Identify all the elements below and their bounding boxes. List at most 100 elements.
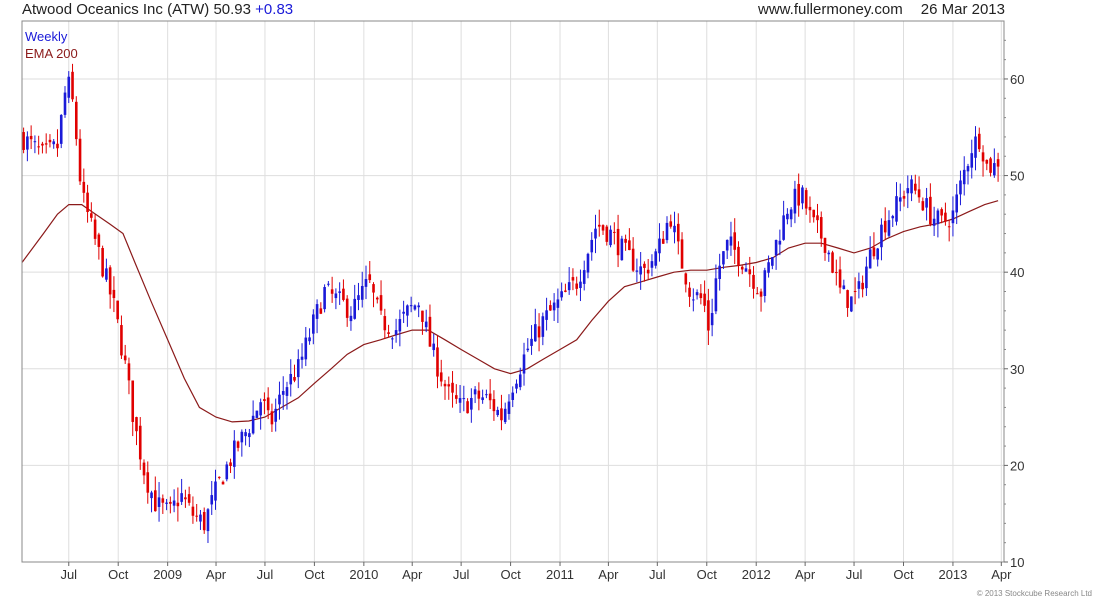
y-tick-label: 50 <box>1010 169 1024 184</box>
candle-body <box>379 295 383 311</box>
candle-body <box>116 300 119 320</box>
candle-body <box>327 283 330 285</box>
candle-body <box>718 265 721 280</box>
candle-body <box>74 101 78 140</box>
candle-body <box>37 146 40 148</box>
candle-body <box>804 190 808 209</box>
candle-body <box>439 372 443 382</box>
candle-body <box>597 224 601 227</box>
candle-body <box>52 141 56 145</box>
candle-body <box>846 290 849 308</box>
candle-body <box>481 397 484 401</box>
candle-body <box>932 218 936 226</box>
candle-body <box>251 415 255 434</box>
y-tick-label: 20 <box>1010 458 1024 473</box>
x-tick-label: 2011 <box>546 567 574 582</box>
candle-body <box>755 293 759 295</box>
candle-body <box>609 229 612 246</box>
candle-body <box>236 441 240 448</box>
candle-body <box>993 163 996 176</box>
candle-body <box>977 133 981 150</box>
candle-body <box>409 305 413 307</box>
candle-body <box>334 293 338 299</box>
candle-body <box>172 500 176 506</box>
candle-body <box>304 337 308 360</box>
candle-body <box>865 266 868 289</box>
candle-body <box>556 299 560 308</box>
candle-body <box>680 239 684 269</box>
y-tick-label: 60 <box>1010 72 1024 87</box>
x-tick-label: Oct <box>893 567 914 582</box>
x-tick-label: 2010 <box>349 567 378 582</box>
candle-body <box>169 501 172 504</box>
candle-body <box>59 114 63 144</box>
candle-body <box>199 514 202 522</box>
candle-body <box>477 390 481 399</box>
candle-body <box>93 219 97 239</box>
candle-body <box>383 316 387 331</box>
candle-body <box>658 238 661 254</box>
candle-body <box>244 432 247 437</box>
candle-body <box>872 247 876 257</box>
candle-body <box>86 192 89 213</box>
candle-body <box>308 337 311 342</box>
candle-body <box>330 289 334 294</box>
candle-body <box>63 92 67 115</box>
candle-body <box>138 425 142 460</box>
candle-body <box>233 440 236 467</box>
candle-body <box>202 512 206 531</box>
candle-body <box>357 295 360 300</box>
candle-body <box>44 143 48 145</box>
candle-body <box>281 391 285 395</box>
candle-body <box>142 462 146 476</box>
candle-body <box>153 490 157 512</box>
candle-body <box>797 183 800 206</box>
candle-body <box>345 298 349 318</box>
candle-body <box>883 220 887 233</box>
candle-body <box>428 316 432 347</box>
candle-body <box>217 476 221 478</box>
candle-body <box>876 248 879 260</box>
candle-body <box>902 196 906 199</box>
candle-body <box>767 262 770 273</box>
candle-body <box>436 347 439 377</box>
grid <box>22 21 1004 563</box>
candle-body <box>78 138 82 182</box>
candle-body <box>33 141 37 143</box>
candle-body <box>695 292 699 296</box>
candle-body <box>270 411 274 425</box>
candle-body <box>748 269 752 275</box>
candle-body <box>744 268 748 272</box>
candle-body <box>789 209 793 220</box>
candle-body <box>759 291 763 297</box>
candle-body <box>534 324 537 342</box>
candle-body <box>135 417 138 432</box>
candle-body <box>274 408 277 422</box>
candle-body <box>368 274 372 281</box>
candle-body <box>710 313 714 326</box>
candle-body <box>537 326 541 338</box>
candle-body <box>974 136 977 158</box>
candle-body <box>67 76 71 98</box>
candle-body <box>41 143 44 146</box>
candle-body <box>827 252 831 255</box>
candle-body <box>500 408 503 421</box>
candle-body <box>146 472 150 493</box>
candle-body <box>951 210 955 224</box>
candle-body <box>688 287 691 297</box>
candle-body <box>564 290 567 292</box>
candle-body <box>714 278 718 312</box>
candle-body <box>707 300 710 331</box>
candle-body <box>654 251 658 266</box>
candle-body <box>255 410 259 418</box>
candle-body <box>947 226 951 228</box>
candle-body <box>624 238 627 243</box>
candle-body <box>458 398 462 403</box>
candle-body <box>221 481 225 485</box>
candle-body <box>733 232 737 250</box>
candle-body <box>26 136 29 150</box>
candle-body <box>387 332 390 334</box>
candle-body <box>353 298 357 319</box>
candle-body <box>560 291 563 298</box>
candle-body <box>571 277 575 281</box>
